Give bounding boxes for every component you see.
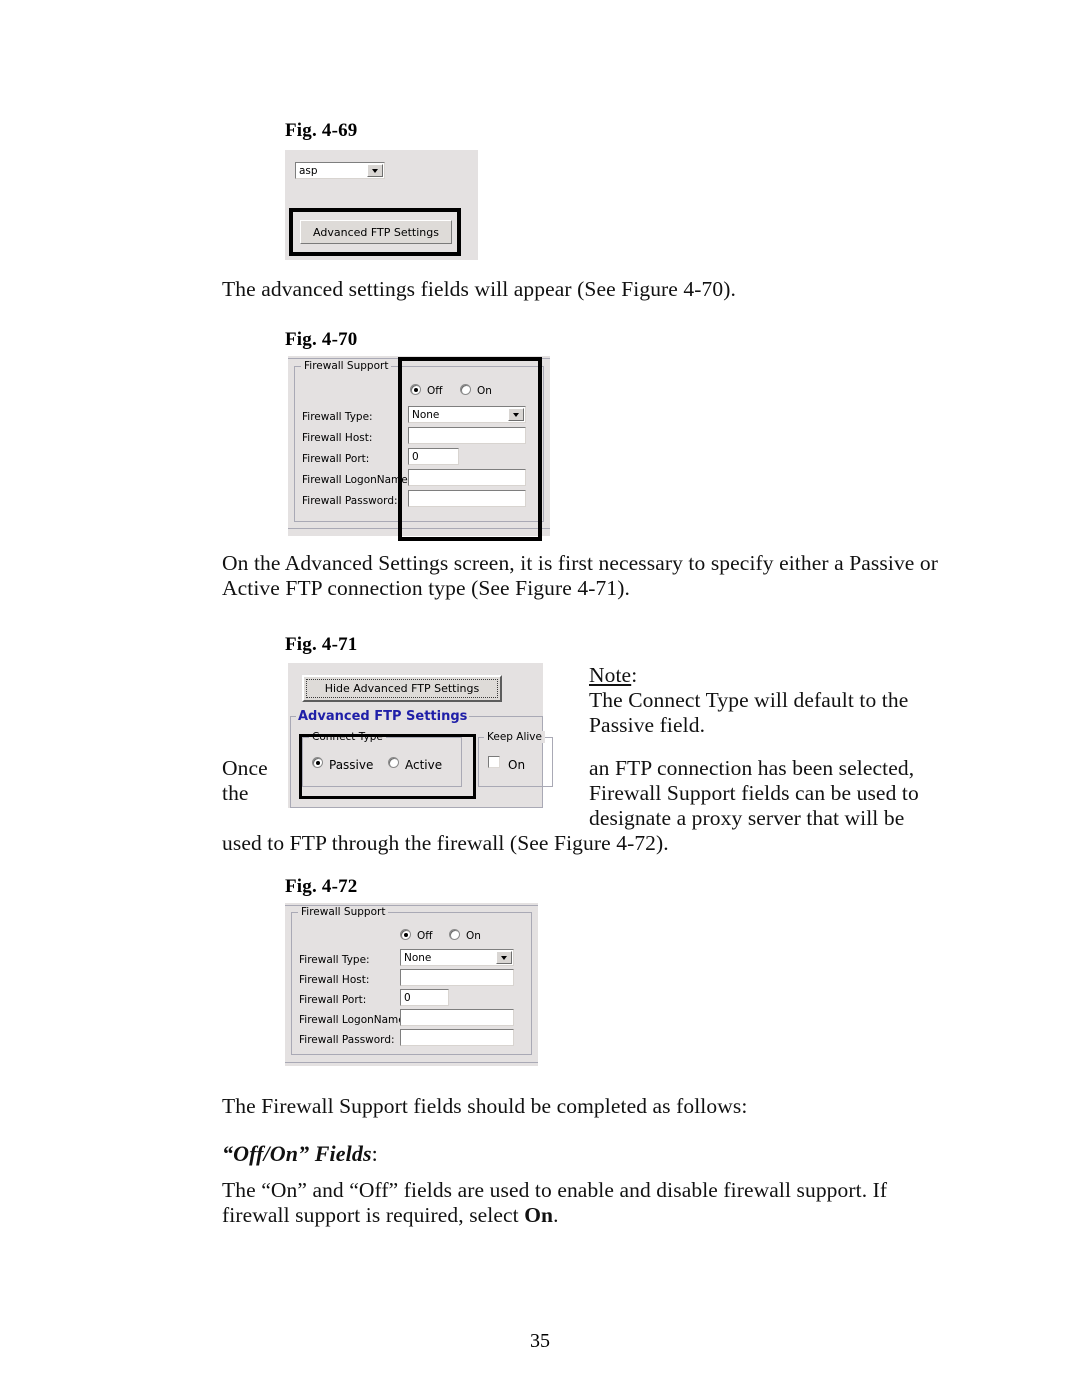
advanced-ftp-settings-button[interactable]: Advanced FTP Settings — [300, 220, 452, 244]
paragraph-on-off-line-2a: firewall support is required, select — [222, 1203, 525, 1227]
firewall-port-label: Firewall Port: — [302, 453, 370, 465]
paragraph-advanced-settings-screen-line2: Active FTP connection type (See Figure 4… — [222, 576, 630, 600]
firewall-port-label: Firewall Port: — [299, 994, 367, 1006]
paragraph-advanced-settings-appear: The advanced settings fields will appear… — [222, 277, 736, 301]
wrap-right-line-2: Firewall Support fields can be used to — [589, 781, 919, 805]
firewall-logonname-input[interactable] — [400, 1009, 514, 1026]
chevron-down-icon[interactable] — [496, 951, 512, 964]
note-heading: Note: — [589, 663, 637, 689]
note-line-1: The Connect Type will default to the — [589, 688, 909, 712]
firewall-host-input[interactable] — [400, 969, 514, 986]
firewall-password-input[interactable] — [400, 1029, 514, 1046]
firewall-type-label: Firewall Type: — [302, 411, 373, 423]
dialog-bottom-edge — [285, 1062, 538, 1063]
firewall-logonname-label: Firewall LogonName: — [302, 474, 412, 486]
firewall-support-group-title: Firewall Support — [301, 360, 392, 372]
heading-off-on-fields-colon: : — [371, 1141, 378, 1166]
wrap-right-line-1: an FTP connection has been selected, — [589, 756, 915, 780]
script-type-combo-value: asp — [299, 165, 318, 177]
chevron-down-icon[interactable] — [367, 164, 383, 177]
firewall-on-radio[interactable] — [449, 929, 460, 940]
keep-alive-on-label: On — [508, 758, 526, 772]
paragraph-on-off-line-1: The “On” and “Off” fields are used to en… — [222, 1178, 888, 1202]
keep-alive-group-title: Keep Alive — [484, 731, 545, 743]
firewall-type-combo[interactable]: None — [400, 949, 514, 966]
highlight-rectangle — [299, 734, 476, 799]
firewall-type-label: Firewall Type: — [299, 954, 370, 966]
figure-label-4-72: Fig. 4-72 — [285, 876, 358, 897]
note-line-2: Passive field. — [589, 713, 706, 737]
figure-4-72-screenshot: Firewall Support Off On Firewall Type: N… — [285, 903, 538, 1066]
page-number: 35 — [530, 1330, 550, 1352]
figure-label-4-70: Fig. 4-70 — [285, 329, 358, 350]
keep-alive-on-checkbox[interactable] — [488, 756, 500, 768]
firewall-off-label: Off — [417, 930, 433, 942]
paragraph-on-off-line-2: firewall support is required, select On. — [222, 1203, 559, 1229]
paragraph-on-off-emphasis: On — [524, 1203, 554, 1227]
firewall-host-label: Firewall Host: — [299, 974, 370, 986]
firewall-password-label: Firewall Password: — [299, 1034, 395, 1046]
note-heading-colon: : — [631, 663, 638, 687]
firewall-password-label: Firewall Password: — [302, 495, 398, 507]
figure-label-4-69: Fig. 4-69 — [285, 120, 358, 141]
advanced-ftp-settings-button-label: Advanced FTP Settings — [313, 225, 439, 239]
wrap-right-line-3: designate a proxy server that will be — [589, 806, 905, 830]
wrap-full-line: used to FTP through the firewall (See Fi… — [222, 831, 669, 855]
paragraph-on-off-line-2c: . — [553, 1203, 559, 1227]
script-type-combo[interactable]: asp — [295, 162, 385, 179]
document-page: Fig. 4-69 asp Advanced FTP Settings The … — [0, 0, 1080, 1397]
firewall-off-radio[interactable] — [400, 929, 411, 940]
firewall-type-combo-value: None — [404, 952, 432, 964]
wrap-left-line-1: Once — [222, 756, 268, 780]
figure-4-69-screenshot: asp Advanced FTP Settings — [285, 150, 478, 260]
firewall-on-label: On — [466, 930, 481, 942]
heading-off-on-fields-text: “Off/On” Fields — [222, 1141, 372, 1166]
firewall-port-input[interactable]: 0 — [400, 989, 449, 1006]
paragraph-fields-completed: The Firewall Support fields should be co… — [222, 1094, 748, 1118]
note-heading-text: Note — [589, 663, 632, 687]
firewall-port-value: 0 — [404, 992, 411, 1004]
paragraph-advanced-settings-screen-line1: On the Advanced Settings screen, it is f… — [222, 551, 939, 575]
figure-label-4-71: Fig. 4-71 — [285, 634, 358, 655]
firewall-support-group-title: Firewall Support — [298, 906, 389, 918]
hide-advanced-ftp-settings-button-label: Hide Advanced FTP Settings — [324, 682, 480, 695]
firewall-host-label: Firewall Host: — [302, 432, 373, 444]
heading-off-on-fields: “Off/On” Fields: — [222, 1141, 378, 1167]
wrap-left-line-2: the — [222, 781, 249, 805]
advanced-ftp-settings-title: Advanced FTP Settings — [296, 709, 470, 724]
firewall-logonname-label: Firewall LogonName: — [299, 1014, 409, 1026]
highlight-rectangle — [398, 357, 542, 541]
hide-advanced-ftp-settings-button[interactable]: Hide Advanced FTP Settings — [302, 675, 502, 702]
